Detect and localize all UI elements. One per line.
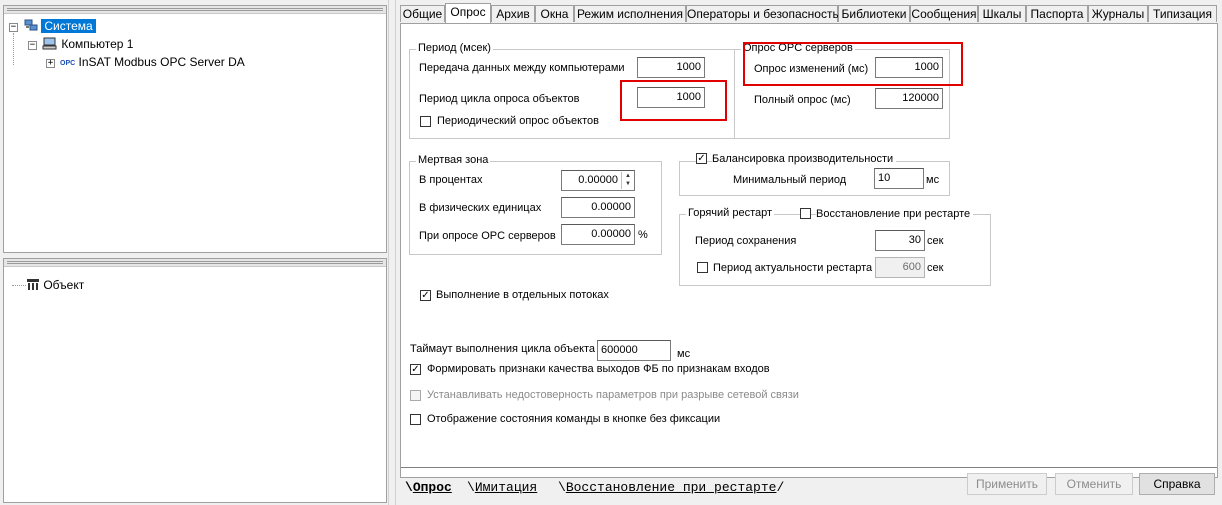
hot-restart-group: Горячий рестарт [679, 207, 991, 286]
tree-node-system-label: Система [41, 19, 96, 33]
tab-messages[interactable]: Сообщения [910, 5, 978, 22]
deadzone-opc-input[interactable]: 0.00000 [561, 224, 635, 245]
network-computers-icon [24, 19, 38, 31]
tree-node-computer-label: Компьютер 1 [61, 37, 134, 51]
deadzone-physical-input[interactable]: 0.00000 [561, 197, 635, 218]
deadzone-percent-sign: % [638, 229, 648, 241]
bottom-tab-restart-restore[interactable]: \Восстановление при рестарте/ [558, 481, 784, 495]
save-period-input[interactable]: 30 [875, 230, 925, 251]
tab-scales[interactable]: Шкалы [978, 5, 1026, 22]
tab-archive[interactable]: Архив [491, 5, 535, 22]
min-period-label: Минимальный период [733, 174, 847, 186]
bottom-tab-imitation[interactable]: \Имитация [467, 481, 537, 495]
save-period-unit: сек [927, 235, 944, 247]
deadzone-percent-spinner[interactable]: ▲ ▼ [621, 172, 634, 189]
opc-full-label: Полный опрос (мс) [754, 94, 851, 106]
pane-splitter-grip[interactable] [4, 6, 386, 14]
transfer-period-input[interactable]: 1000 [637, 57, 705, 78]
tab-typization[interactable]: Типизация [1148, 5, 1217, 22]
command-state-display-checkbox[interactable] [410, 414, 421, 425]
system-tree-pane[interactable]: − Система − Компьютер 1 + OPC InSAT Modb… [3, 5, 387, 253]
actuality-period-label: Период актуальности рестарта [713, 262, 873, 274]
restore-on-restart-label: Восстановление при рестарте [816, 208, 974, 220]
tree-node-computer[interactable]: Компьютер 1 [42, 36, 133, 52]
pane-splitter-grip-bottom[interactable] [4, 259, 386, 267]
bottom-tab-restart-restore-label: Восстановление при рестарте [565, 480, 777, 495]
quality-flags-checkbox[interactable]: ✓ [410, 364, 421, 375]
actuality-period-input: 600 [875, 257, 925, 278]
unreliable-on-disconnect-checkbox [410, 390, 421, 401]
bottom-tab-strip-line [401, 467, 1217, 468]
timeout-label: Таймаут выполнения цикла объекта [410, 343, 596, 355]
highlight-box-cycle [620, 80, 727, 121]
object-tree-pane[interactable]: Объект [3, 258, 387, 503]
balance-checkbox[interactable]: ✓ [696, 153, 707, 164]
quality-flags-label: Формировать признаки качества выходов ФБ… [427, 363, 770, 375]
periodic-polling-checkbox[interactable] [420, 116, 431, 127]
deadzone-percent-label: В процентах [419, 174, 483, 186]
tree-node-object-label: Объект [43, 278, 85, 292]
actuality-period-unit: сек [927, 262, 944, 274]
tab-libraries[interactable]: Библиотеки [838, 5, 910, 22]
bottom-tab-imitation-label: Имитация [474, 480, 538, 495]
cycle-label: Период цикла опроса объектов [419, 93, 580, 105]
restore-on-restart-checkbox[interactable] [800, 208, 811, 219]
timeout-unit: мс [677, 348, 691, 360]
tab-journals[interactable]: Журналы [1088, 5, 1148, 22]
balance-label: Балансировка производительности [712, 153, 897, 165]
tree-node-opc-server[interactable]: OPC InSAT Modbus OPC Server DA [60, 54, 245, 70]
tab-windows[interactable]: Окна [535, 5, 574, 22]
object-icon [26, 278, 40, 290]
bottom-tab-polling-label: Опрос [412, 480, 452, 495]
polling-tab-panel: Период (мсек) Передача данных между комп… [400, 23, 1218, 495]
tab-general[interactable]: Общие [400, 5, 445, 22]
actuality-period-checkbox[interactable] [697, 262, 708, 273]
deadzone-group-title: Мертвая зона [416, 154, 491, 166]
separate-threads-checkbox[interactable]: ✓ [420, 290, 431, 301]
cancel-button[interactable]: Отменить [1055, 473, 1133, 495]
tree-node-object[interactable]: Объект [26, 277, 84, 293]
deadzone-opc-label: При опросе OPC серверов [419, 230, 556, 242]
periodic-polling-label: Периодический опрос объектов [437, 115, 599, 127]
separate-threads-label: Выполнение в отдельных потоках [436, 289, 609, 301]
min-period-unit: мс [926, 174, 940, 186]
computer-icon [42, 37, 58, 50]
tab-polling[interactable]: Опрос [445, 3, 491, 23]
tab-run-mode[interactable]: Режим исполнения [574, 5, 686, 22]
unreliable-on-disconnect-label: Устанавливать недостоверность параметров… [427, 389, 799, 401]
opc-server-icon: OPC [60, 60, 76, 67]
help-button[interactable]: Справка [1139, 473, 1215, 495]
tab-operators-security[interactable]: Операторы и безопасность [686, 5, 839, 22]
timeout-input[interactable]: 600000 [597, 340, 671, 361]
highlight-box-opc [743, 42, 963, 86]
min-period-input[interactable]: 10 [874, 168, 924, 189]
period-group-title: Период (мсек) [416, 42, 493, 54]
opc-full-input[interactable]: 120000 [875, 88, 943, 109]
expand-opc-server-toggle[interactable]: + [46, 59, 55, 68]
deadzone-physical-label: В физических единицах [419, 202, 542, 214]
collapse-system-toggle[interactable]: − [9, 23, 18, 32]
transfer-label: Передача данных между компьютерами [419, 62, 625, 74]
apply-button[interactable]: Применить [967, 473, 1047, 495]
tab-passports[interactable]: Паспорта [1026, 5, 1088, 22]
bottom-tab-polling[interactable]: \Опрос [405, 481, 452, 495]
tree-node-system[interactable]: Система [24, 18, 96, 34]
save-period-label: Период сохранения [695, 235, 797, 247]
hot-restart-group-title: Горячий рестарт [686, 207, 775, 219]
command-state-display-label: Отображение состояния команды в кнопке б… [427, 413, 721, 425]
collapse-computer-toggle[interactable]: − [28, 41, 37, 50]
vertical-splitter[interactable] [388, 0, 396, 505]
tree-node-opc-server-label: InSAT Modbus OPC Server DA [78, 55, 245, 69]
